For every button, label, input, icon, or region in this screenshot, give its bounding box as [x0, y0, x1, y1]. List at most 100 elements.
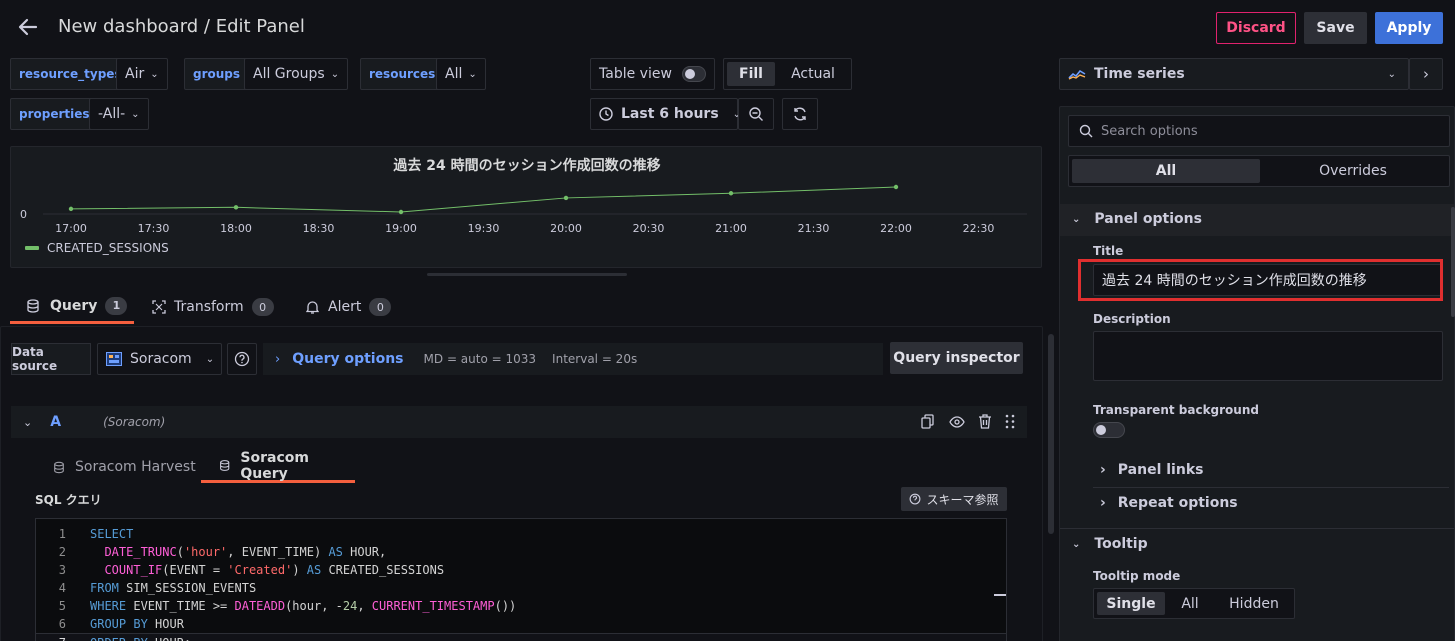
tab-transform-count: 0: [251, 298, 274, 316]
variable-select-groups[interactable]: All Groups ⌄: [244, 58, 349, 90]
description-field-label: Description: [1093, 312, 1171, 326]
editor-scrollbar[interactable]: [1048, 334, 1054, 534]
query-options-bar[interactable]: › Query options MD = auto = 1033 Interva…: [263, 343, 883, 375]
back-arrow-icon[interactable]: [16, 15, 40, 39]
database-icon: [27, 298, 39, 313]
fill-button[interactable]: Fill: [727, 62, 775, 86]
series-line-created-sessions[interactable]: [70, 186, 897, 213]
tab-overrides[interactable]: Overrides: [1260, 159, 1446, 183]
chevron-right-icon: ›: [1100, 462, 1106, 478]
tab-all[interactable]: All: [1072, 159, 1260, 183]
variable-select-resources[interactable]: All ⌄: [436, 58, 486, 90]
options-scrollbar[interactable]: [1451, 207, 1455, 317]
chevron-down-icon: ⌄: [150, 68, 159, 80]
drag-handle-icon[interactable]: [1005, 414, 1015, 433]
code-text: COUNT_IF(EVENT = 'Created') AS CREATED_S…: [104, 563, 445, 577]
repeat-options-header[interactable]: › Repeat options: [1100, 495, 1450, 511]
code-line[interactable]: 7 ORDER BY HOUR;: [36, 633, 1006, 641]
search-options-input[interactable]: Search options: [1068, 115, 1450, 147]
database-icon: [220, 460, 230, 471]
zoom-out-button[interactable]: [738, 98, 774, 130]
search-placeholder: Search options: [1101, 123, 1198, 139]
data-point[interactable]: [68, 206, 74, 212]
query-interval-value: Interval = 20s: [552, 352, 638, 366]
variable-select-properties[interactable]: -All- ⌄: [89, 98, 149, 130]
data-point[interactable]: [398, 209, 404, 215]
divider: [1093, 487, 1449, 488]
tab-soracom-harvest[interactable]: Soracom Harvest: [53, 451, 196, 483]
panel-options-header[interactable]: ⌄ Panel options: [1072, 211, 1202, 227]
tab-query[interactable]: Query 1: [10, 290, 134, 324]
sql-code-editor[interactable]: 1 SELECT 2 DATE_TRUNC('hour', EVENT_TIME) …: [35, 518, 1007, 641]
tab-alert[interactable]: Alert 0: [306, 290, 392, 324]
query-options-label[interactable]: Query options: [292, 351, 403, 367]
description-textarea[interactable]: [1093, 331, 1443, 381]
discard-button[interactable]: Discard: [1216, 12, 1296, 44]
tooltip-mode-hidden[interactable]: Hidden: [1218, 592, 1290, 615]
code-text: DATE_TRUNC('hour', EVENT_TIME) AS HOUR,: [104, 545, 387, 559]
x-tick-label: 20:00: [550, 222, 582, 235]
tab-soracom-query-label: Soracom Query: [240, 449, 309, 482]
x-tick-label: 21:30: [798, 222, 830, 235]
zoom-out-icon: [749, 107, 763, 121]
panel-links-header[interactable]: › Panel links: [1100, 462, 1450, 478]
resize-handle[interactable]: [427, 273, 627, 276]
transparent-background-label: Transparent background: [1093, 403, 1259, 417]
query-inspector-button[interactable]: Query inspector: [890, 342, 1023, 374]
code-line[interactable]: 1 SELECT: [36, 525, 134, 543]
code-line[interactable]: 5 WHERE EVENT_TIME >= DATEADD(hour, -24, …: [36, 597, 517, 615]
data-point[interactable]: [233, 205, 239, 210]
datasource-picker[interactable]: Soracom ⌄: [97, 343, 222, 375]
code-text: WHERE EVENT_TIME >= DATEADD(hour, -24, C…: [90, 599, 517, 613]
apply-button[interactable]: Apply: [1375, 12, 1443, 44]
collapse-options-button[interactable]: ›: [1409, 58, 1443, 90]
chart-legend[interactable]: CREATED_SESSIONS: [25, 241, 169, 255]
tab-alert-label: Alert: [328, 299, 362, 315]
table-view-toggle-group[interactable]: Table view: [590, 58, 715, 90]
collapse-chevron-icon[interactable]: ⌄: [23, 416, 32, 429]
query-row-header[interactable]: ⌄ A (Soracom): [11, 406, 1027, 438]
tab-soracom-query[interactable]: Soracom Query: [201, 449, 355, 483]
chevron-right-icon: ›: [1100, 495, 1106, 511]
chevron-right-icon: ›: [1423, 65, 1429, 83]
chevron-down-icon: ⌄: [205, 353, 215, 365]
chart-panel: 過去 24 時間のセッション作成回数の推移 0 17:00 17:30 18:00 18…: [10, 146, 1042, 268]
data-point[interactable]: [893, 184, 899, 190]
tab-transform[interactable]: Transform 0: [152, 290, 274, 324]
save-button[interactable]: Save: [1304, 12, 1367, 44]
code-line[interactable]: 4 FROM SIM_SESSION_EVENTS: [36, 579, 256, 597]
actual-button[interactable]: Actual: [780, 62, 846, 86]
data-point[interactable]: [563, 195, 569, 201]
line-number: 5: [58, 599, 66, 613]
x-tick-label: 19:00: [385, 222, 417, 235]
chevron-down-icon: ⌄: [1387, 68, 1396, 80]
time-series-chart[interactable]: 0 17:00 17:30 18:00 18:30 19:00 19:30 20:00 20:3…: [11, 177, 1043, 239]
time-range-picker[interactable]: Last 6 hours ⌄: [590, 98, 741, 130]
x-tick-label: 18:00: [220, 222, 252, 235]
datasource-label: Data source: [11, 343, 91, 375]
refresh-button[interactable]: [782, 98, 818, 130]
legend-label: CREATED_SESSIONS: [47, 241, 169, 255]
tooltip-mode-all[interactable]: All: [1168, 592, 1212, 615]
query-ref-id[interactable]: A: [50, 414, 61, 430]
schema-reference-button[interactable]: スキーマ参照: [901, 487, 1007, 511]
divider: [1060, 528, 1454, 529]
variable-select-resource-types[interactable]: Air ⌄: [116, 58, 168, 90]
duplicate-query-icon[interactable]: [921, 414, 935, 433]
editor-scroll-marker: [994, 594, 1006, 596]
code-line[interactable]: 3 COUNT_IF(EVENT = 'Created') AS CREATED…: [36, 561, 444, 579]
query-source-name: (Soracom): [103, 415, 166, 429]
code-line[interactable]: 2 DATE_TRUNC('hour', EVENT_TIME) AS HOUR…: [36, 543, 387, 561]
trash-icon[interactable]: [978, 414, 992, 433]
eye-icon[interactable]: [949, 415, 965, 433]
tooltip-header[interactable]: ⌄ Tooltip: [1072, 536, 1148, 552]
table-view-toggle[interactable]: [681, 66, 706, 82]
transparent-background-toggle[interactable]: [1093, 422, 1125, 438]
schema-reference-label: スキーマ参照: [926, 492, 999, 507]
visualization-picker[interactable]: Time series ⌄: [1059, 58, 1409, 90]
tooltip-mode-single[interactable]: Single: [1097, 592, 1165, 615]
data-point[interactable]: [728, 191, 734, 196]
chevron-down-icon: ⌄: [1072, 213, 1081, 225]
datasource-help-button[interactable]: [227, 343, 257, 375]
code-line[interactable]: 6 GROUP BY HOUR: [36, 615, 184, 633]
